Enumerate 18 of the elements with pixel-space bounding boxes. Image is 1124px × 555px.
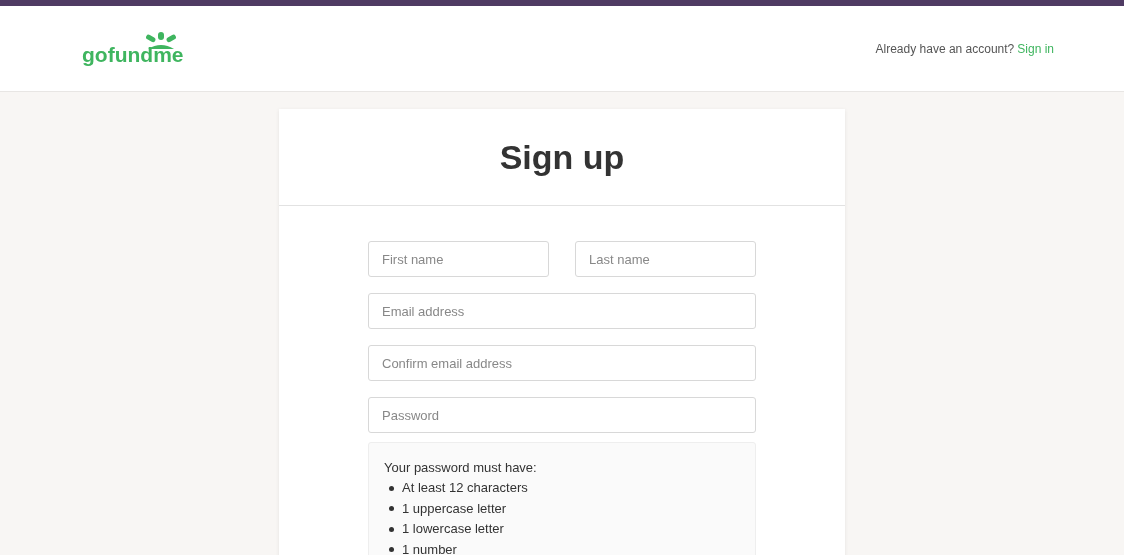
- password-rules-heading: Your password must have:: [384, 459, 538, 477]
- password-rule: 1 number: [402, 540, 457, 555]
- bullet-icon: [389, 506, 394, 512]
- password-rule: 1 uppercase letter: [402, 499, 507, 518]
- input-field[interactable]: Email address: [368, 293, 756, 329]
- input-field[interactable]: Confirm email address: [368, 345, 756, 381]
- bullet-icon: [389, 485, 394, 491]
- sign-in-prompt: Already have an account?: [875, 40, 1015, 58]
- input-field[interactable]: First name: [368, 241, 549, 277]
- form-title: Sign up: [499, 136, 625, 178]
- input-field[interactable]: Password: [368, 397, 756, 433]
- input-field[interactable]: Last name: [575, 241, 756, 277]
- password-rule: 1 lowercase letter: [402, 520, 504, 538]
- sign-in-link[interactable]: Sign in: [1017, 39, 1054, 58]
- logo-wordmark[interactable]: gofundme: [82, 44, 184, 65]
- password-rule: At least 12 characters: [402, 479, 528, 497]
- bullet-icon: [389, 547, 394, 553]
- bullet-icon: [389, 526, 394, 532]
